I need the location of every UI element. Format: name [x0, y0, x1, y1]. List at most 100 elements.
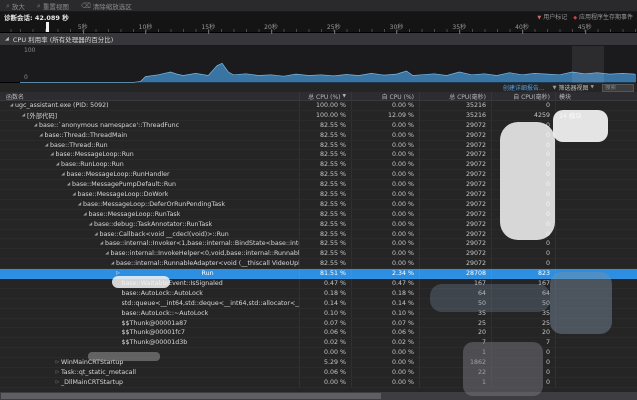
expanded-icon[interactable]: ◢: [43, 143, 50, 148]
expanded-icon[interactable]: ◢: [49, 152, 56, 157]
table-row[interactable]: $$Thunk@00001d3b0.02 %0.02 %77: [0, 338, 637, 348]
expanded-icon[interactable]: ◢: [8, 103, 15, 108]
report-toolbar: 创建详细报告... ▼ 筛选器视图 ▼: [0, 83, 637, 92]
column-total-cpu-ms[interactable]: 总 CPU(毫秒): [420, 92, 492, 100]
collapsed-icon[interactable]: ▷: [54, 380, 61, 385]
self-cpu-ms: 0: [492, 239, 556, 248]
table-row[interactable]: ◢base::MessageLoop::DeferOrRunPendingTas…: [0, 200, 637, 210]
expanded-icon[interactable]: ◢: [20, 113, 27, 118]
expander-icon[interactable]: ◢: [5, 36, 9, 42]
column-module[interactable]: 模块: [556, 92, 637, 100]
filter-label: 筛选器视图: [559, 83, 589, 92]
expanded-icon[interactable]: ◢: [98, 241, 105, 246]
module-name: [556, 200, 637, 209]
table-row[interactable]: base::AutoLock::AutoLock0.18 %0.18 %6464: [0, 289, 637, 299]
expanded-icon[interactable]: ◢: [71, 192, 78, 197]
expanded-icon[interactable]: ◢: [76, 202, 83, 207]
module-name: [556, 368, 637, 377]
column-function-name[interactable]: 函数名: [0, 92, 300, 100]
expanded-icon[interactable]: ◢: [82, 212, 89, 217]
sort-descending-icon: ▼: [343, 94, 346, 99]
function-name: base::debug::TaskAnnotator::RunTask: [94, 221, 212, 228]
module-name: [556, 121, 637, 130]
collapsed-icon[interactable]: ▷: [54, 370, 61, 375]
table-row[interactable]: 0.00 %0.00 %10: [0, 348, 637, 358]
table-row[interactable]: ◢ugc_assistant.exe (PID: 5092)100.00 %0.…: [0, 101, 637, 111]
expanded-icon[interactable]: ◢: [104, 251, 111, 256]
timeline-ruler[interactable]: 5秒10秒15秒20秒25秒30秒35秒40秒45秒: [0, 21, 637, 33]
expanded-icon[interactable]: ◢: [109, 261, 116, 266]
total-cpu-ms: 25: [420, 319, 492, 328]
session-row: 诊断会话: 42.089 秒 ▼ 用户标记 ◆ 应用程序生存期事件: [0, 12, 637, 21]
playhead-caret[interactable]: [46, 22, 49, 32]
table-row[interactable]: ◢base::MessageLoop::Run82.55 %0.00 %2907…: [0, 150, 637, 160]
zoom-in-icon: ⌕: [6, 2, 10, 10]
timeline-legend: ▼ 用户标记 ◆ 应用程序生存期事件: [537, 12, 633, 21]
create-detailed-report-link[interactable]: 创建详细报告...: [503, 83, 545, 92]
cpu-section-header[interactable]: ◢ CPU 利用率 (所有处理器的百分比): [0, 33, 637, 46]
table-row[interactable]: ◢base::internal::InvokeHelper<0,void,bas…: [0, 249, 637, 259]
user-marks-legend: ▼ 用户标记: [537, 12, 567, 21]
horizontal-scrollbar[interactable]: [0, 392, 637, 400]
table-row[interactable]: ◢base::RunLoop::Run82.55 %0.00 %290720: [0, 160, 637, 170]
clear-selection-button[interactable]: ⌫ 清除缩放选区: [81, 1, 132, 11]
table-row[interactable]: ▷_DllMainCRTStartup0.00 %0.00 %10: [0, 378, 637, 388]
self-cpu-ms: 0: [492, 210, 556, 219]
expanded-icon[interactable]: ◢: [93, 232, 100, 237]
table-row[interactable]: ◢base::Callback<void __cdecl(void)>::Run…: [0, 230, 637, 240]
table-row[interactable]: ◢base::MessageLoop::RunTask82.55 %0.00 %…: [0, 210, 637, 220]
table-row[interactable]: $$Thunk@00001fc70.06 %0.06 %2020: [0, 328, 637, 338]
table-row[interactable]: ◢[外部代码]100.00 %12.09 %35216425924 模块: [0, 111, 637, 121]
table-row[interactable]: ◢base::debug::TaskAnnotator::RunTask82.5…: [0, 220, 637, 230]
self-cpu-ms: 0: [492, 131, 556, 140]
module-name: [556, 279, 637, 288]
column-total-cpu-pct[interactable]: 总 CPU (%)▼: [300, 92, 352, 100]
table-row[interactable]: ◢base::internal::Invoker<1,base::interna…: [0, 239, 637, 249]
table-row[interactable]: ◢base::internal::RunnableAdapter<void (_…: [0, 259, 637, 269]
table-row[interactable]: base::AutoLock::~AutoLock0.10 %0.10 %353…: [0, 309, 637, 319]
function-name: base::MessagePumpDefault::Run: [72, 181, 176, 188]
table-row[interactable]: base::WaitableEvent::IsSignaled0.47 %0.4…: [0, 279, 637, 289]
total-cpu-ms: 1862: [420, 358, 492, 367]
total-cpu-pct: 82.55 %: [300, 230, 352, 239]
cpu-utilization-chart[interactable]: 100 0: [0, 46, 637, 83]
self-cpu-ms: 0: [492, 101, 556, 110]
column-self-cpu-ms[interactable]: 自 CPU(毫秒): [492, 92, 556, 100]
table-row[interactable]: ▷Task::qt_static_metacall0.06 %0.00 %220: [0, 368, 637, 378]
module-name: [556, 319, 637, 328]
reset-view-button[interactable]: ⌕ 重置视图: [37, 1, 69, 11]
table-row[interactable]: ▷Run81.51 %2.34 %28708823: [0, 269, 637, 279]
zoom-in-button[interactable]: ⌕ 放大: [6, 1, 25, 11]
expanded-icon[interactable]: ◢: [38, 133, 45, 138]
table-header: 函数名 总 CPU (%)▼ 自 CPU (%) 总 CPU(毫秒) 自 CPU…: [0, 92, 637, 101]
module-name: [556, 150, 637, 159]
total-cpu-pct: 100.00 %: [300, 101, 352, 110]
expanded-icon[interactable]: ◢: [65, 182, 72, 187]
search-input[interactable]: [602, 84, 634, 92]
expanded-icon[interactable]: ◢: [54, 162, 61, 167]
table-row[interactable]: ◢base::MessageLoop::DoWork82.55 %0.00 %2…: [0, 190, 637, 200]
zoom-in-label: 放大: [12, 1, 25, 11]
table-row[interactable]: std::queue<__int64,std::deque<__int64,st…: [0, 299, 637, 309]
collapsed-icon[interactable]: ▷: [54, 360, 61, 365]
table-row[interactable]: ◢base::MessageLoop::RunHandler82.55 %0.0…: [0, 170, 637, 180]
scrollbar-thumb[interactable]: [1, 393, 381, 399]
filter-icon: ▼: [553, 85, 557, 91]
expanded-icon[interactable]: ◢: [87, 222, 94, 227]
table-row[interactable]: ◢base::`anonymous namespace'::ThreadFunc…: [0, 121, 637, 131]
table-row[interactable]: ◢base::MessagePumpDefault::Run82.55 %0.0…: [0, 180, 637, 190]
self-cpu-pct: 0.00 %: [352, 170, 420, 179]
self-cpu-ms: 20: [492, 328, 556, 337]
table-row[interactable]: $$Thunk@00001a870.07 %0.07 %2525: [0, 319, 637, 329]
self-cpu-ms: 0: [492, 368, 556, 377]
table-row[interactable]: ◢base::Thread::ThreadMain82.55 %0.00 %29…: [0, 131, 637, 141]
table-row[interactable]: ◢base::Thread::Run82.55 %0.00 %290720: [0, 141, 637, 151]
module-name: [556, 328, 637, 337]
expanded-icon[interactable]: ◢: [60, 172, 67, 177]
expanded-icon[interactable]: ◢: [32, 123, 39, 128]
filter-dropdown[interactable]: ▼ 筛选器视图 ▼: [553, 83, 594, 92]
collapsed-icon[interactable]: ▷: [115, 271, 122, 276]
table-row[interactable]: ▷WinMainCRTStartup5.29 %0.00 %18620: [0, 358, 637, 368]
function-name: base::internal::InvokeHelper<0,void,base…: [111, 250, 300, 257]
column-self-cpu-pct[interactable]: 自 CPU (%): [352, 92, 420, 100]
